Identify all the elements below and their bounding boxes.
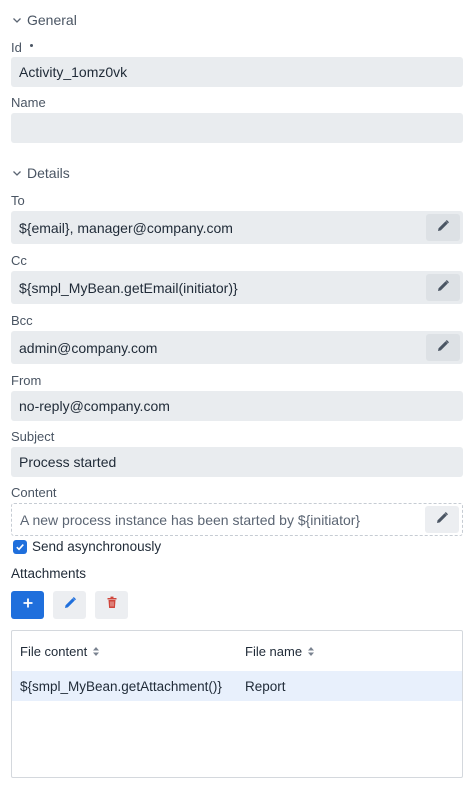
chevron-down-icon	[11, 167, 23, 179]
sort-icon	[307, 646, 315, 657]
pencil-icon	[436, 279, 450, 296]
plus-icon	[22, 596, 34, 614]
name-label: Name	[11, 95, 46, 110]
column-header-label: File content	[20, 643, 88, 659]
from-value: no-reply@company.com	[19, 398, 170, 414]
content-field[interactable]: A new process instance has been started …	[11, 503, 463, 536]
general-section-title: General	[27, 12, 77, 28]
send-async-checkbox[interactable]	[13, 539, 27, 554]
to-edit-button[interactable]	[426, 214, 460, 241]
add-attachment-button[interactable]	[11, 591, 44, 619]
bcc-field[interactable]: admin@company.com	[11, 331, 463, 364]
column-header-file-name[interactable]: File name	[237, 644, 462, 659]
column-header-file-content[interactable]: File content	[12, 644, 237, 659]
content-edit-button[interactable]	[425, 506, 459, 533]
column-header-label: File name	[245, 643, 303, 659]
to-value: ${email}, manager@company.com	[19, 219, 233, 236]
trash-icon	[106, 596, 118, 614]
details-section-title: Details	[27, 165, 70, 181]
to-field[interactable]: ${email}, manager@company.com	[11, 211, 463, 244]
id-label: Id	[11, 40, 22, 55]
details-section-header[interactable]: Details	[11, 163, 463, 183]
subject-label: Subject	[11, 429, 55, 444]
from-label: From	[11, 373, 42, 388]
pencil-icon	[435, 511, 449, 528]
cc-field[interactable]: ${smpl_MyBean.getEmail(initiator)}	[11, 271, 463, 304]
chevron-down-icon	[11, 14, 23, 26]
table-row[interactable]: ${smpl_MyBean.getAttachment()} Report	[12, 671, 462, 701]
send-async-row: Send asynchronously	[13, 539, 161, 554]
bcc-edit-button[interactable]	[426, 334, 460, 361]
remove-attachment-button[interactable]	[95, 591, 128, 619]
cc-value: ${smpl_MyBean.getEmail(initiator)}	[19, 279, 238, 296]
sort-icon	[92, 646, 100, 657]
content-label: Content	[11, 485, 57, 500]
bcc-value: admin@company.com	[19, 339, 158, 356]
checkmark-icon	[16, 543, 24, 550]
from-field[interactable]: no-reply@company.com	[11, 391, 463, 421]
id-value: Activity_1omz0vk	[19, 64, 128, 80]
pencil-icon	[63, 596, 77, 615]
attachments-toolbar	[11, 591, 128, 619]
pencil-icon	[436, 219, 450, 236]
subject-field[interactable]: Process started	[11, 447, 463, 477]
bcc-label: Bcc	[11, 313, 33, 328]
cc-label: Cc	[11, 253, 27, 268]
edit-attachment-button[interactable]	[53, 591, 86, 619]
attachments-title: Attachments	[11, 566, 87, 581]
attachments-table: File content File name ${smpl_MyBean.get…	[11, 630, 463, 778]
table-cell-file-name: Report	[245, 678, 286, 694]
send-async-label[interactable]: Send asynchronously	[32, 539, 161, 554]
general-section: General	[11, 10, 463, 30]
cc-edit-button[interactable]	[426, 274, 460, 301]
content-value: A new process instance has been started …	[20, 511, 361, 528]
id-field[interactable]: Activity_1omz0vk	[11, 57, 463, 87]
table-cell-file-content: ${smpl_MyBean.getAttachment()}	[20, 678, 222, 694]
to-label: To	[11, 193, 25, 208]
subject-value: Process started	[19, 454, 117, 470]
required-indicator	[30, 44, 34, 48]
name-field[interactable]	[11, 113, 463, 143]
general-section-header[interactable]: General	[11, 10, 463, 30]
pencil-icon	[436, 339, 450, 356]
table-header: File content File name	[12, 631, 462, 671]
